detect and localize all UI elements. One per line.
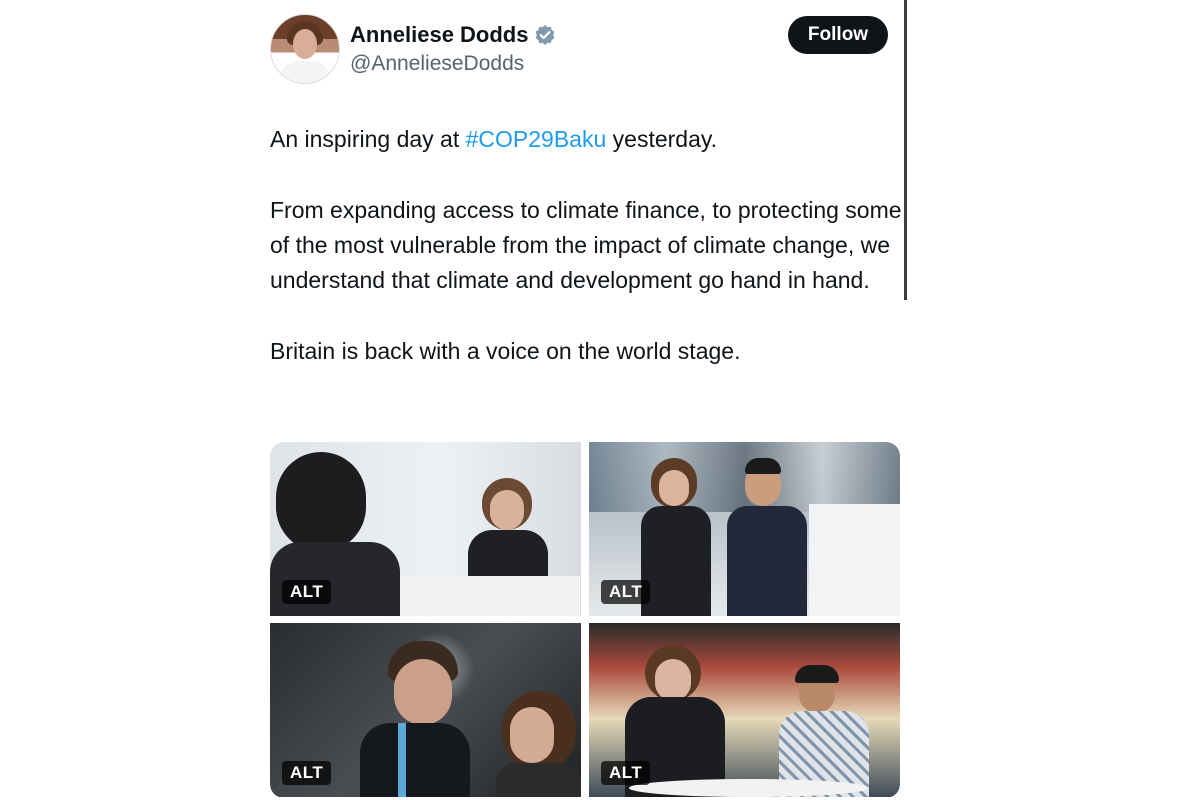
alt-badge[interactable]: ALT bbox=[601, 761, 651, 785]
tweet-card: Anneliese Dodds @AnnelieseDodds Follow A… bbox=[268, 0, 908, 800]
woman-face bbox=[655, 659, 691, 701]
tweet-line-1-prefix: An inspiring day at bbox=[270, 126, 466, 152]
follow-button[interactable]: Follow bbox=[788, 16, 888, 54]
author-display-name[interactable]: Anneliese Dodds bbox=[350, 22, 528, 48]
tweet-paragraph-3: Britain is back with a voice on the worl… bbox=[270, 338, 741, 364]
person-back-of-head bbox=[276, 452, 366, 552]
woman-face bbox=[510, 707, 554, 763]
avatar-face bbox=[293, 29, 317, 59]
man-face bbox=[394, 659, 452, 725]
second-woman-hair bbox=[795, 665, 839, 683]
tweet-line-1: An inspiring day at #COP29Baku yesterday… bbox=[270, 122, 910, 157]
alt-badge[interactable]: ALT bbox=[282, 580, 332, 604]
white-chairs bbox=[809, 504, 900, 616]
media-photo-3[interactable]: ALT bbox=[270, 623, 581, 797]
man-suit bbox=[360, 723, 470, 797]
tweet-paragraph-2: From expanding access to climate finance… bbox=[270, 197, 902, 293]
scrollbar[interactable] bbox=[904, 0, 907, 300]
man-suit bbox=[727, 506, 807, 616]
tweet-line-1-suffix: yesterday. bbox=[606, 126, 718, 152]
alt-badge[interactable]: ALT bbox=[601, 580, 651, 604]
woman-shoulder bbox=[496, 763, 581, 797]
woman-face bbox=[659, 470, 689, 506]
woman-jacket bbox=[641, 506, 711, 616]
media-photo-4[interactable]: ALT bbox=[589, 623, 900, 797]
tweet-text: An inspiring day at #COP29Baku yesterday… bbox=[270, 122, 910, 369]
table bbox=[629, 779, 869, 797]
avatar[interactable] bbox=[270, 14, 340, 84]
author-name-row: Anneliese Dodds bbox=[350, 22, 556, 48]
media-photo-2[interactable]: ALT bbox=[589, 442, 900, 616]
speaker-face bbox=[490, 490, 524, 530]
avatar-shirt bbox=[279, 61, 331, 83]
lanyard bbox=[398, 723, 406, 797]
man-hair bbox=[745, 458, 781, 474]
person-shoulders bbox=[270, 542, 400, 616]
verified-badge-icon bbox=[534, 24, 556, 46]
alt-badge[interactable]: ALT bbox=[282, 761, 332, 785]
podium bbox=[400, 576, 580, 616]
media-photo-1[interactable]: ALT bbox=[270, 442, 581, 616]
media-grid: ALT ALT ALT ALT bbox=[270, 442, 900, 798]
hashtag-link[interactable]: #COP29Baku bbox=[466, 126, 607, 152]
author-handle[interactable]: @AnnelieseDodds bbox=[350, 52, 524, 76]
